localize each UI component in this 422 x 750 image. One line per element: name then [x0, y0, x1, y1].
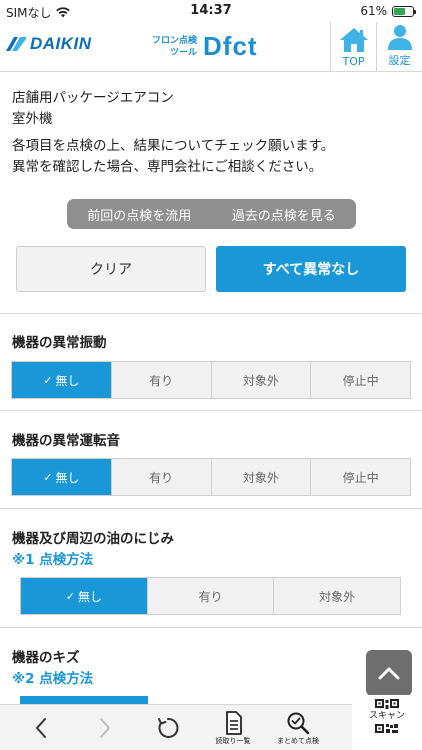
option-none-button[interactable]: ✓ 無し	[12, 459, 111, 495]
batch-inspection-button[interactable]: まとめて点検	[270, 705, 326, 750]
divider	[0, 508, 422, 509]
option-label: 有り	[149, 373, 174, 388]
intro-text: 店舗用パッケージエアコン 室外機 各項目を点検の上、結果についてチェック願います…	[12, 88, 412, 178]
equipment-unit: 室外機	[12, 111, 53, 127]
option-label: 無し	[77, 589, 102, 604]
instruction-line2: 異常を確認した場合、専門会社にご相談ください。	[12, 159, 323, 175]
chevron-right-icon	[100, 718, 110, 738]
item-options: ✓ 無し 有り 対象外 停止中	[11, 361, 411, 399]
option-not-applicable-button[interactable]: 対象外	[210, 362, 311, 398]
history-segment: 前回の点検を流用 過去の点検を見る	[67, 199, 356, 229]
magnifier-check-icon	[287, 712, 310, 734]
reload-button[interactable]	[150, 705, 186, 750]
scan-label: スキャン	[368, 711, 405, 721]
item-title: 機器の異常振動	[12, 335, 107, 351]
item-title: 機器の異常運転音	[12, 433, 120, 449]
option-label: 対象外	[242, 470, 279, 485]
option-not-applicable-button[interactable]: 対象外	[273, 578, 401, 614]
scan-button[interactable]: スキャン	[352, 695, 422, 750]
scroll-to-top-button[interactable]	[366, 650, 412, 696]
clear-button[interactable]: クリア	[16, 246, 206, 292]
brand-name: DAIKIN	[30, 34, 92, 53]
battery-fill	[394, 7, 405, 15]
user-icon	[387, 25, 412, 50]
option-none-button[interactable]: ✓ 無し	[21, 578, 147, 614]
home-icon	[339, 28, 368, 52]
bottom-toolbar: 読取り一覧 まとめて点検 スキャン	[0, 695, 422, 750]
app-subtitle: フロン点検 ツール	[152, 35, 197, 59]
equipment-category: 店舗用パッケージエアコン	[12, 90, 174, 106]
battery-percent: 61%	[360, 4, 387, 18]
option-label: 対象外	[242, 373, 279, 388]
chevron-left-icon	[36, 718, 46, 738]
daikin-logo: DAIKIN	[6, 34, 92, 54]
qr-code-icon	[375, 699, 399, 709]
divider	[0, 313, 422, 314]
divider	[0, 410, 422, 411]
option-label: 無し	[55, 470, 80, 485]
reload-icon	[158, 717, 179, 738]
instruction-line1: 各項目を点検の上、結果についてチェック願います。	[12, 138, 335, 154]
settings-label: 設定	[388, 54, 411, 67]
item-options: ✓ 無し 有り 対象外	[20, 577, 401, 615]
read-list-label: 読取り一覧	[215, 736, 251, 745]
option-stopped-button[interactable]: 停止中	[310, 459, 410, 495]
check-icon: ✓	[65, 589, 75, 603]
view-past-button[interactable]: 過去の点検を見る	[212, 199, 357, 229]
option-label: 無し	[55, 373, 80, 388]
check-icon: ✓	[43, 373, 53, 387]
inspection-method-link[interactable]: ※2 点検方法	[12, 667, 93, 687]
read-list-button[interactable]: 読取り一覧	[206, 705, 260, 750]
app-sub-line1: フロン点検	[152, 35, 198, 46]
inspection-method-link[interactable]: ※1 点検方法	[12, 548, 93, 568]
item-title: 機器のキズ	[12, 650, 80, 666]
daikin-mark-icon	[6, 37, 26, 51]
forward-button[interactable]	[88, 705, 122, 750]
qr-code-bottom-icon	[375, 724, 398, 733]
chevron-up-icon	[378, 667, 400, 680]
app-logo: フロン点検 ツール Dfct	[152, 31, 258, 62]
clock: 14:37	[190, 3, 232, 18]
top-label: TOP	[342, 55, 365, 68]
option-label: 停止中	[342, 470, 379, 485]
option-label: 有り	[149, 470, 174, 485]
app-header: DAIKIN フロン点検 ツール Dfct TOP 設定	[0, 22, 422, 72]
batch-inspection-label: まとめて点検	[277, 736, 319, 745]
option-stopped-button[interactable]: 停止中	[310, 362, 410, 398]
document-list-icon	[226, 710, 242, 735]
all-ok-button[interactable]: すべて異常なし	[216, 246, 406, 292]
option-label: 停止中	[342, 373, 379, 388]
status-bar: SIMなし 14:37 61%	[0, 0, 422, 22]
status-right: 61%	[360, 4, 416, 18]
back-button[interactable]	[24, 705, 58, 750]
option-present-button[interactable]: 有り	[110, 362, 211, 398]
option-label: 対象外	[319, 589, 356, 604]
divider	[0, 627, 422, 628]
top-button[interactable]: TOP	[330, 22, 376, 72]
battery-icon	[392, 5, 416, 17]
reuse-previous-button[interactable]: 前回の点検を流用	[67, 199, 212, 229]
item-options: ✓ 無し 有り 対象外 停止中	[11, 458, 411, 496]
app-name: Dfct	[203, 31, 258, 61]
option-none-button[interactable]: ✓ 無し	[12, 362, 111, 398]
check-icon: ✓	[43, 470, 53, 484]
item-title: 機器及び周辺の油のにじみ	[12, 531, 174, 547]
app-sub-line2: ツール	[170, 47, 198, 58]
option-not-applicable-button[interactable]: 対象外	[210, 459, 311, 495]
settings-button[interactable]: 設定	[376, 22, 422, 72]
option-label: 有り	[198, 589, 223, 604]
option-present-button[interactable]: 有り	[146, 578, 274, 614]
option-present-button[interactable]: 有り	[110, 459, 211, 495]
